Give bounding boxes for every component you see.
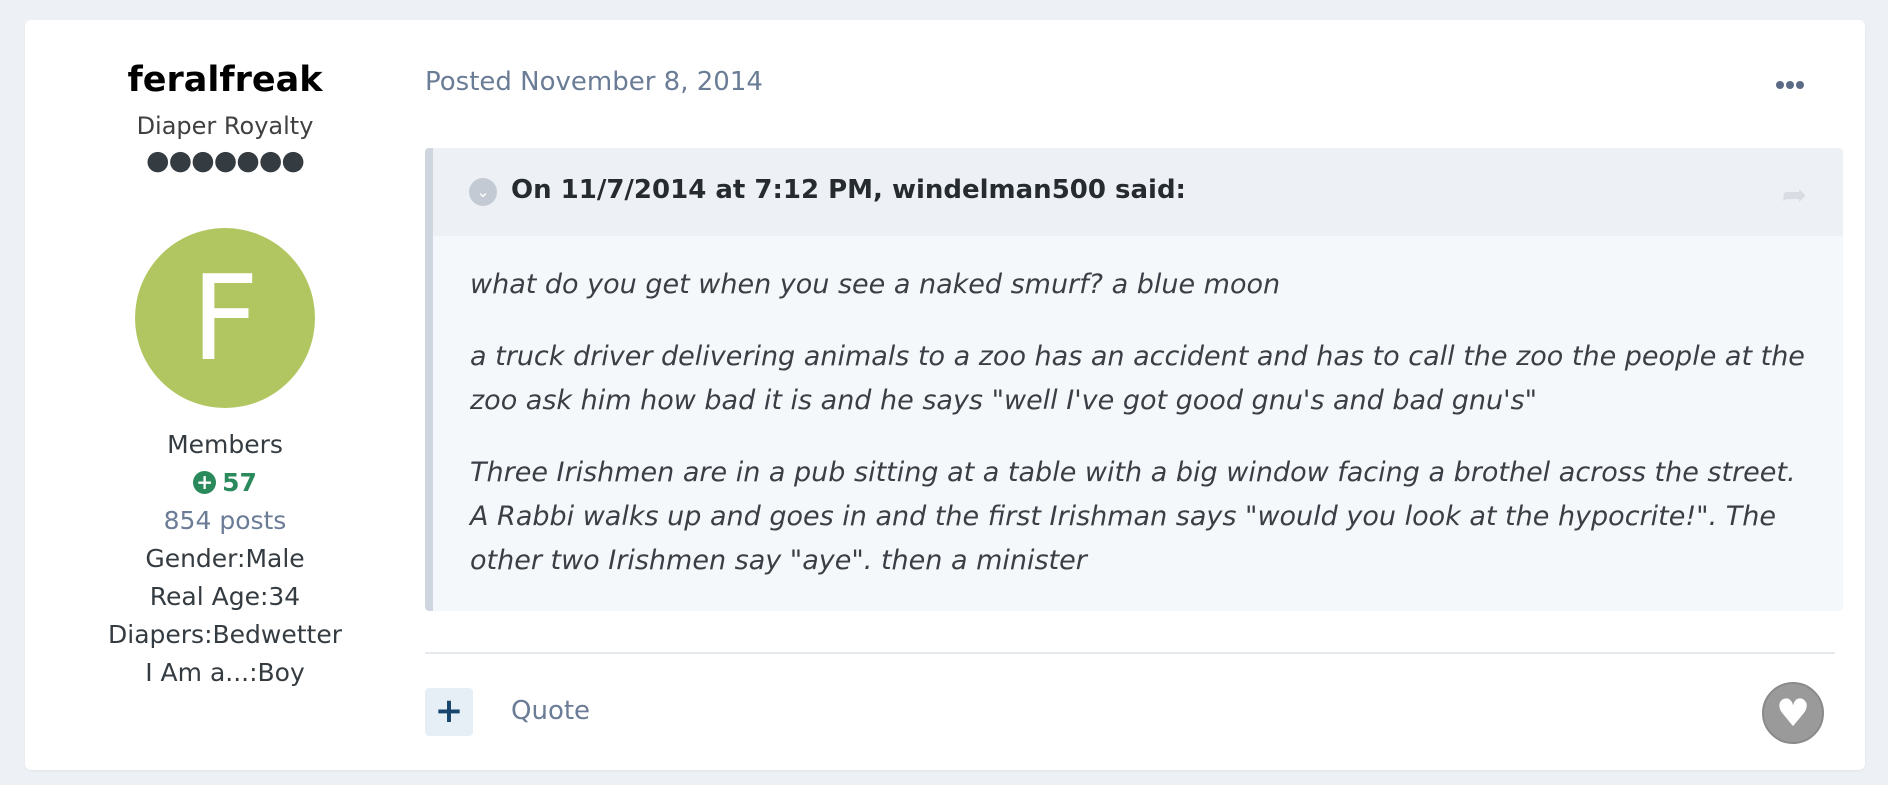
profile-field-age: Real Age:34 — [149, 582, 301, 611]
heart-icon[interactable]: ♥ — [1762, 682, 1824, 744]
multiquote-button[interactable]: + — [425, 688, 473, 736]
divider — [425, 652, 1835, 654]
profile-field-gender: Gender:Male — [145, 544, 305, 573]
post-card: feralfreak Diaper Royalty ●●●●●●● F Memb… — [25, 20, 1865, 770]
share-arrow-icon[interactable]: ➦ — [1782, 178, 1807, 213]
quote-paragraph: what do you get when you see a naked smu… — [470, 269, 1281, 300]
quote-block: ⌄ On 11/7/2014 at 7:12 PM, windelman500 … — [425, 148, 1843, 611]
author-title: Diaper Royalty — [136, 112, 314, 140]
quote-citation: On 11/7/2014 at 7:12 PM, windelman500 sa… — [511, 175, 1186, 205]
avatar[interactable]: F — [135, 228, 315, 408]
quote-paragraph: a truck driver delivering animals to a z… — [470, 341, 1805, 416]
reputation-badge: +57 — [25, 468, 425, 497]
profile-field-diapers: Diapers:Bedwetter — [108, 620, 342, 649]
quote-header: ⌄ On 11/7/2014 at 7:12 PM, windelman500 … — [433, 148, 1843, 236]
chevron-down-icon[interactable]: ⌄ — [469, 178, 497, 206]
ellipsis-icon[interactable] — [1776, 74, 1810, 90]
author-username[interactable]: feralfreak — [25, 60, 425, 100]
quote-paragraph: Three Irishmen are in a pub sitting at a… — [470, 457, 1796, 576]
rank-pips: ●●●●●●● — [146, 145, 305, 176]
profile-field-iama: I Am a...:Boy — [145, 658, 305, 687]
plus-circle-icon: + — [193, 471, 217, 494]
post-date[interactable]: Posted November 8, 2014 — [425, 67, 763, 97]
author-group: Members — [167, 430, 283, 459]
reputation-count: 57 — [222, 468, 257, 497]
quote-body: what do you get when you see a naked smu… — [470, 263, 1820, 611]
author-post-count[interactable]: 854 posts — [25, 506, 425, 535]
quote-button[interactable]: Quote — [511, 696, 590, 726]
